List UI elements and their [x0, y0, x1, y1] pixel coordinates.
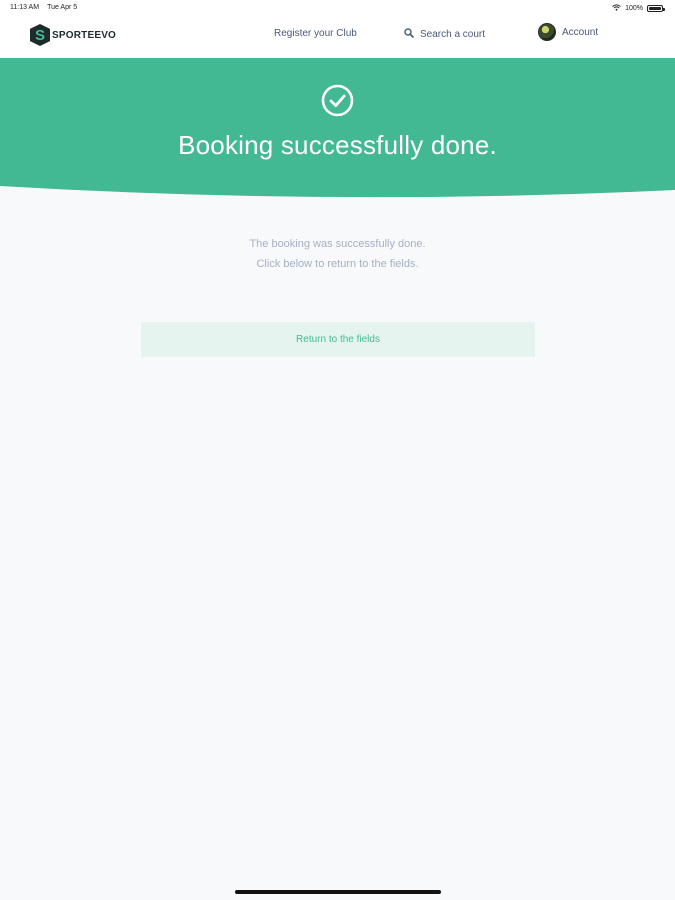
search-court-label: Search a court [420, 29, 486, 40]
return-to-fields-button[interactable]: Return to the fields [141, 322, 535, 357]
status-date: Tue Apr 5 [47, 4, 78, 11]
home-indicator[interactable] [235, 890, 441, 894]
top-navigation: S SPORTEEVO Register your Club Search a … [0, 18, 675, 58]
status-bar: 11:13 AM Tue Apr 5 100% [0, 0, 675, 18]
account-label: Account [562, 26, 599, 38]
message-line-1: The booking was successfully done. [249, 238, 426, 250]
message-line-2: Click below to return to the fields. [256, 258, 419, 270]
register-club-link[interactable]: Register your Club [274, 28, 357, 39]
battery-icon [647, 5, 665, 12]
success-message: The booking was successfully done. Click… [0, 234, 675, 274]
success-banner: Booking successfully done. [0, 58, 675, 198]
sporteevo-logo[interactable]: S SPORTEEVO [30, 24, 116, 46]
avatar [538, 23, 556, 41]
battery-percent: 100% [625, 5, 643, 12]
page-title: Booking successfully done. [178, 130, 497, 160]
brand-name: SPORTEEVO [52, 29, 117, 41]
search-icon [404, 28, 414, 41]
wifi-icon [612, 4, 621, 13]
check-circle-icon [321, 84, 354, 117]
register-club-label: Register your Club [274, 28, 357, 39]
logo-mark-icon: S [30, 24, 50, 46]
booking-success-page: 11:13 AM Tue Apr 5 100% S SPORTEEVO Regi… [0, 0, 675, 900]
status-time: 11:13 AM [10, 4, 40, 11]
search-court-link[interactable]: Search a court [404, 28, 485, 41]
account-link[interactable]: Account [538, 23, 598, 41]
banner-background [0, 58, 675, 198]
